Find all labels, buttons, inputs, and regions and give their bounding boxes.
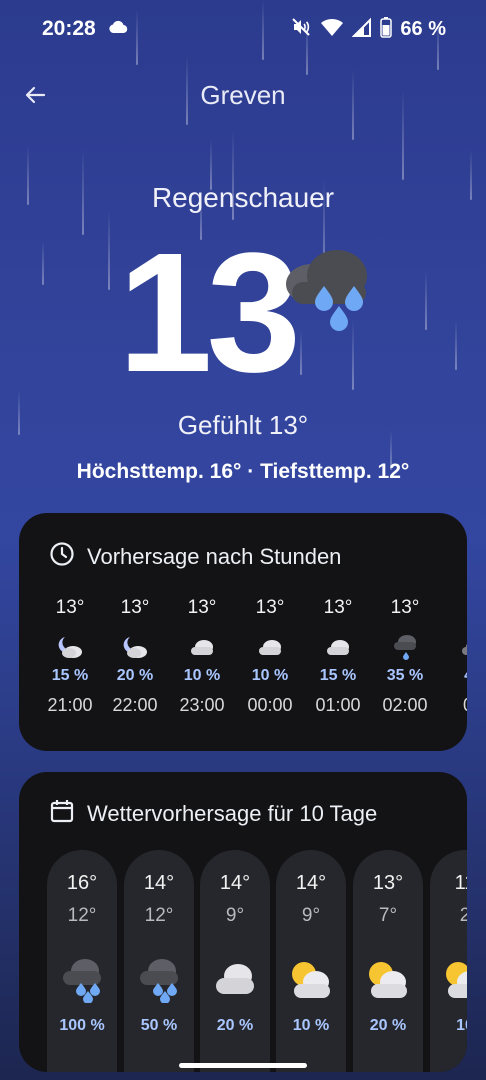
cloudy-icon — [200, 949, 270, 1011]
day-high: 16° — [66, 872, 98, 894]
day-high: 14° — [143, 872, 175, 894]
day-precip: 10 — [456, 1017, 467, 1034]
hourly-forecast-header: Vorhersage nach Stunden — [49, 541, 341, 573]
hour-time: 01:00 — [315, 695, 361, 715]
day-low: 2 — [459, 905, 467, 926]
calendar-icon — [49, 798, 75, 830]
hour-item[interactable]: 13° 15 % 01:00 — [308, 597, 368, 716]
hour-temp: 13° — [390, 597, 420, 618]
hour-time: 22:00 — [112, 695, 158, 715]
status-bar: 20:28 66 % — [0, 0, 486, 60]
rain-showers-icon — [282, 246, 372, 337]
rain-icon — [47, 949, 117, 1011]
day-item[interactable]: 13° 7° 20 % — [353, 850, 423, 1072]
day-low: 12° — [144, 905, 174, 926]
status-time: 20:28 — [42, 17, 96, 40]
rain-icon — [124, 949, 194, 1011]
hour-precip: 10 % — [251, 667, 289, 684]
hour-precip: 15 % — [51, 667, 89, 684]
hour-item[interactable]: 1 45 03 — [443, 597, 467, 716]
partly-sunny-icon — [430, 949, 467, 1011]
day-high: 11 — [454, 872, 467, 894]
hour-precip: 10 % — [183, 667, 221, 684]
day-precip: 20 % — [369, 1017, 407, 1034]
status-icons: 66 % — [290, 16, 446, 43]
hour-time: 02:00 — [382, 695, 428, 715]
day-low: 7° — [378, 905, 398, 926]
clock-icon — [49, 541, 75, 573]
daily-forecast-header: Wettervorhersage für 10 Tage — [49, 798, 377, 830]
feels-like: Gefühlt 13° — [177, 410, 309, 440]
mute-icon — [290, 16, 312, 43]
daily-forecast-title: Wettervorhersage für 10 Tage — [87, 801, 378, 826]
hour-precip: 15 % — [319, 667, 357, 684]
hour-item[interactable]: 13° 15 % 21:00 — [40, 597, 100, 716]
day-precip: 50 % — [140, 1017, 178, 1034]
hour-time: 00:00 — [247, 695, 293, 715]
cloud-icon — [108, 20, 128, 39]
hour-item[interactable]: 13° 35 % 02:00 — [375, 597, 435, 716]
wifi-icon — [320, 17, 344, 42]
night-cloudy-icon — [105, 627, 165, 667]
signal-icon — [351, 17, 372, 42]
battery-icon — [380, 16, 393, 43]
hourly-forecast-title: Vorhersage nach Stunden — [87, 544, 342, 569]
daily-forecast-card[interactable]: Wettervorhersage für 10 Tage 16° 12° 100… — [19, 772, 467, 1072]
day-precip: 20 % — [216, 1017, 254, 1034]
partly-sunny-icon — [353, 949, 423, 1011]
hour-item[interactable]: 13° 10 % 00:00 — [240, 597, 300, 716]
hour-item[interactable]: 13° 20 % 22:00 — [105, 597, 165, 716]
day-high: 14° — [295, 872, 327, 894]
day-high: 14° — [219, 872, 251, 894]
hour-time: 23:00 — [179, 695, 225, 715]
hour-temp: 13° — [187, 597, 217, 618]
day-item[interactable]: 14° 12° 50 % — [124, 850, 194, 1072]
cloudy-icon — [240, 627, 300, 667]
partly-sunny-icon — [276, 949, 346, 1011]
night-cloudy-icon — [40, 627, 100, 667]
hour-precip: 35 % — [386, 667, 424, 684]
location-title: Greven — [200, 80, 286, 110]
hour-item[interactable]: 13° 10 % 23:00 — [172, 597, 232, 716]
hour-precip: 45 — [443, 667, 467, 695]
day-low: 9° — [225, 905, 245, 926]
day-item[interactable]: 14° 9° 20 % — [200, 850, 270, 1072]
day-item[interactable]: 14° 9° 10 % — [276, 850, 346, 1072]
hour-temp: 13° — [255, 597, 285, 618]
cloudy-icon — [443, 627, 467, 667]
current-temperature: 13 — [118, 218, 301, 408]
hourly-forecast-card[interactable]: Vorhersage nach Stunden 13° 15 % 21:00 1… — [19, 513, 467, 751]
hour-temp: 13° — [120, 597, 150, 618]
hour-time: 21:00 — [47, 695, 93, 715]
hour-temp: 1 — [443, 597, 467, 627]
day-item[interactable]: 11 2 10 — [430, 850, 467, 1072]
day-low: 12° — [67, 905, 97, 926]
current-condition: Regenschauer — [151, 182, 335, 213]
day-precip: 100 % — [59, 1017, 105, 1034]
hour-temp: 13° — [55, 597, 85, 618]
hour-precip: 20 % — [116, 667, 154, 684]
day-high: 13° — [372, 872, 404, 894]
day-item[interactable]: 16° 12° 100 % — [47, 850, 117, 1072]
cloudy-icon — [308, 627, 368, 667]
hour-temp: 13° — [323, 597, 353, 618]
day-precip: 10 % — [292, 1017, 330, 1034]
cloudy-icon — [172, 627, 232, 667]
battery-percent: 66 % — [400, 18, 446, 40]
drizzle-icon — [375, 627, 435, 667]
home-indicator[interactable] — [179, 1063, 307, 1068]
hour-time: 03 — [443, 695, 467, 716]
high-low: Höchsttemp. 16° · Tiefsttemp. 12° — [76, 460, 410, 483]
day-low: 9° — [301, 905, 321, 926]
